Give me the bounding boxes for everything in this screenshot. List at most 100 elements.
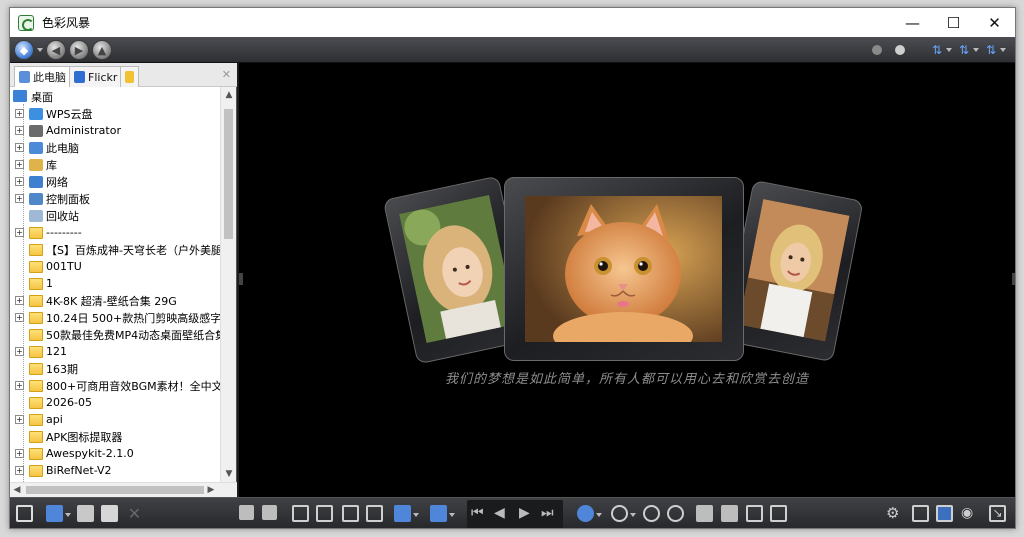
scroll-down-icon[interactable]: ▼: [221, 466, 237, 482]
tree-item[interactable]: + Awespykit-2.1.0: [10, 445, 221, 462]
next-image-icon[interactable]: ▶: [519, 505, 536, 522]
open-folder-icon[interactable]: [46, 505, 63, 522]
tree-item[interactable]: + ---------: [10, 224, 221, 241]
expand-icon[interactable]: ↘: [989, 505, 1006, 522]
grid-view-icon[interactable]: [292, 505, 309, 522]
zoom-in-icon[interactable]: [667, 505, 684, 522]
expand-icon[interactable]: +: [15, 466, 24, 475]
tree-item[interactable]: 1: [10, 275, 221, 292]
expand-icon[interactable]: +: [15, 313, 24, 322]
exit-icon[interactable]: [16, 505, 33, 522]
tree-item[interactable]: + 库: [10, 156, 221, 173]
scrollbar-thumb[interactable]: [224, 109, 233, 239]
first-image-icon[interactable]: ⏮: [471, 505, 488, 522]
expand-icon[interactable]: +: [15, 109, 24, 118]
fit-height-icon[interactable]: [770, 505, 787, 522]
filmstrip-view-icon[interactable]: [316, 505, 333, 522]
up-button[interactable]: ▲: [92, 40, 112, 60]
zoom-out-icon[interactable]: [643, 505, 660, 522]
actual-size-icon[interactable]: [721, 505, 738, 522]
tree-item[interactable]: +121: [10, 343, 221, 360]
export-dropdown-icon[interactable]: [449, 513, 455, 517]
expand-icon[interactable]: +: [15, 194, 24, 203]
expand-icon[interactable]: +: [15, 228, 24, 237]
layout-icon[interactable]: [912, 505, 929, 522]
back-button[interactable]: ◀: [46, 40, 66, 60]
expand-icon[interactable]: +: [15, 126, 24, 135]
tree-item[interactable]: +4K-8K 超清-壁纸合集 29G: [10, 292, 221, 309]
panel-splitter-grip[interactable]: [1012, 273, 1015, 285]
maximize-button[interactable]: ☐: [933, 8, 974, 37]
settings-gear-icon[interactable]: ⚙: [886, 505, 903, 522]
forward-button[interactable]: ▶: [69, 40, 89, 60]
fullscreen-icon[interactable]: [936, 505, 953, 522]
rotate-dropdown-icon[interactable]: [596, 513, 602, 517]
expand-icon[interactable]: +: [15, 143, 24, 152]
tree-item[interactable]: 【S】百炼成神-天穹长老（户外美腿壁: [10, 241, 221, 258]
tree-item[interactable]: +800+可商用音效BGM素材！全中文分类: [10, 377, 221, 394]
tree-item[interactable]: + 控制面板: [10, 190, 221, 207]
scroll-up-icon[interactable]: ▲: [221, 87, 237, 103]
fit-window-icon[interactable]: [696, 505, 713, 522]
scroll-left-icon[interactable]: ◀: [10, 483, 24, 497]
scroll-right-icon[interactable]: ▶: [204, 483, 218, 497]
thumbnails-icon[interactable]: [239, 505, 254, 520]
print-icon[interactable]: [101, 505, 118, 522]
expand-icon[interactable]: +: [15, 177, 24, 186]
fit-width-icon[interactable]: [746, 505, 763, 522]
previous-image-icon[interactable]: ◀: [494, 505, 511, 522]
last-image-icon[interactable]: ⏭: [541, 505, 558, 522]
tree-item[interactable]: + Administrator: [10, 122, 221, 139]
tree-item[interactable]: +10.24日 500+款热门剪映高级感字幕预: [10, 309, 221, 326]
tree-item[interactable]: 50款最佳免费MP4动态桌面壁纸合集: [10, 326, 221, 343]
zoom-icon[interactable]: [611, 505, 628, 522]
expand-icon[interactable]: +: [15, 449, 24, 458]
home-globe-button[interactable]: ◆: [14, 40, 34, 60]
zoom-dropdown-icon[interactable]: [630, 513, 636, 517]
home-dropdown-arrow-icon[interactable]: [37, 48, 43, 52]
sort-dropdown-icon[interactable]: [946, 48, 952, 52]
tree-item[interactable]: + 此电脑: [10, 139, 221, 156]
panel-close-icon[interactable]: ✕: [222, 68, 231, 81]
tree-item[interactable]: 001TU: [10, 258, 221, 275]
tree-item[interactable]: 2026-05: [10, 394, 221, 411]
tree-item[interactable]: + BiRefNet-V2: [10, 462, 221, 479]
tab-this-pc[interactable]: 此电脑: [14, 66, 71, 87]
expand-icon[interactable]: +: [15, 415, 24, 424]
crop-view-icon[interactable]: [366, 505, 383, 522]
preview-eye-icon[interactable]: ◉: [961, 505, 978, 522]
tree-item[interactable]: APK图标提取器: [10, 428, 221, 445]
tree-horizontal-scrollbar[interactable]: ◀ ▶: [10, 482, 237, 497]
tab-folder[interactable]: [120, 66, 139, 87]
dot-indicator-icon[interactable]: [872, 45, 882, 55]
panel-splitter-grip[interactable]: [239, 273, 243, 285]
edit-dropdown-icon[interactable]: [413, 513, 419, 517]
save-icon[interactable]: [77, 505, 94, 522]
export-icon[interactable]: [430, 505, 447, 522]
expand-icon[interactable]: +: [15, 381, 24, 390]
tree-item[interactable]: + WPS云盘: [10, 105, 221, 122]
tree-item[interactable]: 163期: [10, 360, 221, 377]
tree-item[interactable]: + 网络: [10, 173, 221, 190]
delete-icon[interactable]: ✕: [126, 505, 143, 522]
rotate-icon[interactable]: [577, 505, 594, 522]
photo-card-center[interactable]: [504, 177, 744, 361]
tab-flickr[interactable]: Flickr: [69, 66, 123, 87]
thumbnails-large-icon[interactable]: [262, 505, 277, 520]
minimize-button[interactable]: —: [892, 8, 933, 37]
edit-icon[interactable]: [394, 505, 411, 522]
open-dropdown-icon[interactable]: [65, 513, 71, 517]
sort-size-icon[interactable]: ⇅: [984, 42, 998, 58]
expand-icon[interactable]: +: [15, 296, 24, 305]
close-button[interactable]: ✕: [974, 8, 1015, 37]
tree-item[interactable]: 回收站: [10, 207, 221, 224]
image-viewer[interactable]: 我们的梦想是如此简单，所有人都可以用心去和欣赏去创造: [239, 63, 1015, 497]
fit-view-icon[interactable]: [342, 505, 359, 522]
tree-vertical-scrollbar[interactable]: ▲ ▼: [220, 87, 236, 482]
tree-item[interactable]: + api: [10, 411, 221, 428]
sort-dropdown-icon[interactable]: [1000, 48, 1006, 52]
sort-date-icon[interactable]: ⇅: [957, 42, 971, 58]
sort-dropdown-icon[interactable]: [973, 48, 979, 52]
expand-icon[interactable]: +: [15, 347, 24, 356]
scrollbar-thumb[interactable]: [26, 486, 204, 494]
